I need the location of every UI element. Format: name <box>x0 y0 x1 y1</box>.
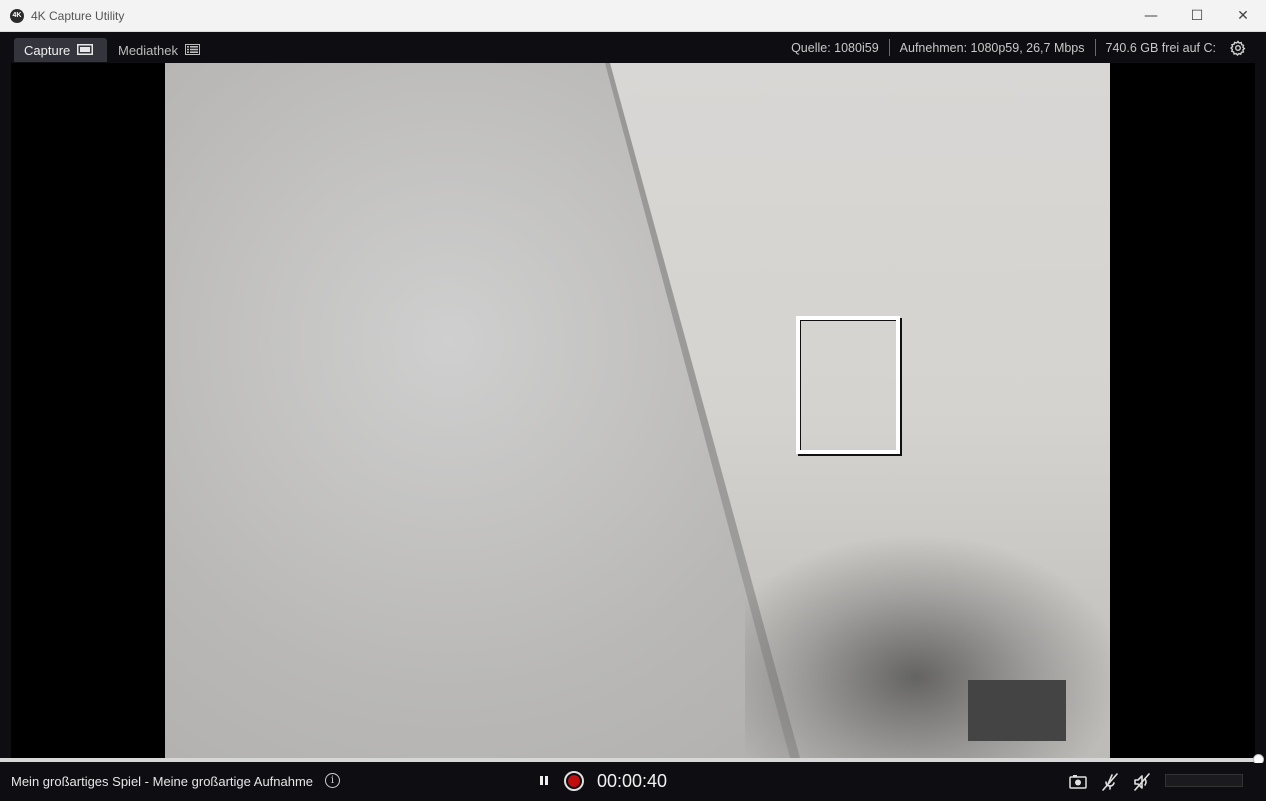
pause-button[interactable] <box>538 775 550 787</box>
recording-format-status: Aufnehmen: 1080p59, 26,7 Mbps <box>899 40 1085 55</box>
monitor-icon <box>77 43 94 58</box>
source-status: Quelle: 1080i59 <box>791 40 879 55</box>
maximize-button[interactable]: ☐ <box>1174 0 1220 31</box>
record-button[interactable] <box>564 771 584 791</box>
minimize-button[interactable]: — <box>1128 0 1174 31</box>
pause-bar-right <box>545 776 548 785</box>
gear-icon[interactable] <box>1229 40 1246 57</box>
storage-status: 740.6 GB frei auf C: <box>1105 40 1216 55</box>
status-divider <box>888 39 890 56</box>
picture-in-picture-overlay <box>968 680 1066 741</box>
window-controls: — ☐ ✕ <box>1128 0 1266 31</box>
camera-icon[interactable] <box>1068 772 1088 792</box>
focus-frame-overlay <box>796 316 900 454</box>
info-icon[interactable]: i <box>325 773 340 788</box>
tab-capture[interactable]: Capture <box>14 38 107 62</box>
record-dot-icon <box>568 775 580 787</box>
grid-list-icon <box>184 43 200 58</box>
app-logo-icon: 4K <box>10 8 24 23</box>
window-title: 4K Capture Utility <box>31 8 125 23</box>
tab-mediathek[interactable]: Mediathek <box>108 38 214 62</box>
status-area: Quelle: 1080i59 Aufnehmen: 1080p59, 26,7… <box>791 32 1216 63</box>
tab-mediathek-label: Mediathek <box>118 42 178 58</box>
tab-capture-label: Capture <box>24 42 71 58</box>
recording-title: Mein großartiges Spiel - Meine großartig… <box>11 774 314 789</box>
status-divider <box>1094 39 1096 56</box>
speaker-muted-icon[interactable] <box>1132 772 1152 792</box>
bottom-control-bar: Mein großartiges Spiel - Meine großartig… <box>0 763 1266 801</box>
mic-muted-icon[interactable] <box>1100 772 1120 792</box>
window-title-bar: 4K 4K Capture Utility — ☐ ✕ <box>0 0 1266 32</box>
video-preview[interactable] <box>165 63 1110 758</box>
audio-level-meter <box>1165 774 1243 787</box>
recording-timer: 00:00:40 <box>597 771 668 791</box>
video-preview-area <box>11 63 1255 758</box>
recording-progress-track[interactable] <box>0 758 1259 762</box>
close-button[interactable]: ✕ <box>1220 0 1266 31</box>
pause-bar-left <box>540 776 543 785</box>
top-toolbar: Capture Mediathek Quelle: 1080i59 Aufneh… <box>0 32 1266 63</box>
